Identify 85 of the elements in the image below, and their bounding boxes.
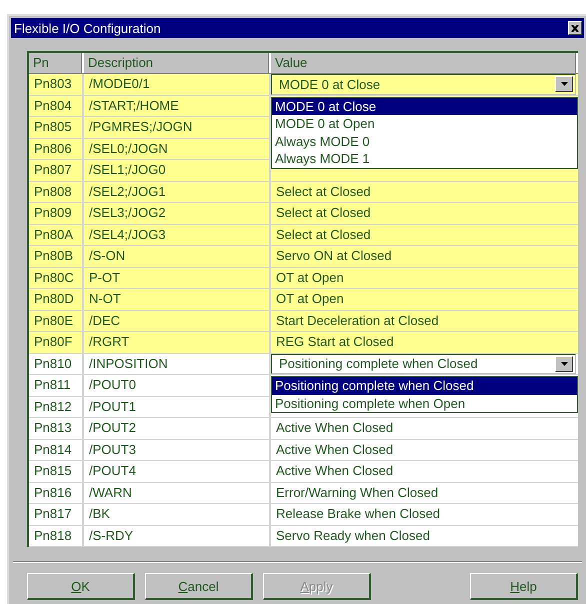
table-cell: Pn806 [34,140,72,156]
table-cell: /POUT3 [89,442,136,456]
table-cell: Active When Closed [276,442,394,456]
table-row[interactable]: Pn80B /S-ON Servo ON at Closed [29,246,578,268]
table-cell: OT at Open [276,270,344,284]
table-row[interactable]: Pn809 /SEL3;/JOG2 Select at Closed [29,203,578,224]
table-row[interactable]: Pn816 /WARN Error/Warning When Closed [29,482,578,504]
table-cell: Pn812 [34,398,72,414]
table-row[interactable]: Pn80E /DEC Start Deceleration at Closed [29,310,578,332]
table-cell: Pn811 [34,377,71,392]
table-cell: /RGRT [89,334,130,349]
table-cell: /BK [89,506,110,521]
table-cell: /DEC [89,312,120,328]
table-row[interactable]: Pn813 /POUT2 Active When Closed [29,418,578,440]
close-button[interactable] [568,21,582,35]
table-cell: Select at Closed [276,205,371,220]
table-cell: /SEL4;/JOG3 [89,226,166,242]
table-cell: Pn80B [34,248,74,263]
value-dropdown[interactable]: MODE 0 at Close [271,74,576,94]
table-cell: Pn80F [34,334,72,349]
dropdown-arrow-button[interactable] [555,76,573,92]
table-cell: Pn80A [34,226,74,242]
table-cell: /SEL2;/JOG1 [89,184,166,198]
table-row[interactable]: Pn808 /SEL2;/JOG1 Select at Closed [29,182,578,203]
table-cell: /SEL3;/JOG2 [89,205,166,220]
table-cell: Pn814 [34,442,72,456]
table-cell: /MODE0/1 [89,76,150,91]
table-cell: /INPOSITION [89,356,168,370]
table-cell: Pn817 [34,506,72,521]
table-cell: Pn80C [34,270,74,284]
table-row[interactable]: Pn80C P-OT OT at Open [29,268,578,289]
table-cell: Active When Closed [276,420,394,435]
table-cell: /START;/HOME [89,98,179,112]
table-cell: Release Brake when Closed [276,506,440,521]
table-cell: Pn815 [34,463,72,478]
table-row[interactable]: Pn817 /BK Release Brake when Closed [29,504,578,526]
table-cell: Pn808 [34,184,72,198]
table-cell: Pn813 [34,420,72,435]
table-cell: P-OT [89,270,120,284]
table-cell: Pn818 [34,528,72,542]
dropdown-option[interactable]: MODE 0 at Close [272,98,577,115]
table-cell: Pn80D [34,291,74,306]
table-cell: /POUT0 [89,377,136,392]
table-cell: Select at Closed [276,184,371,198]
table-cell: /POUT2 [89,420,136,435]
caret-icon [560,82,568,86]
table-cell: Servo Ready when Closed [276,528,430,542]
table-row[interactable]: Pn818 /S-RDY Servo Ready when Closed [29,526,578,547]
table-row[interactable]: Pn814 /POUT3 Active When Closed [29,440,578,461]
close-icon [571,24,579,32]
dialog-button[interactable]: Cancel [145,573,253,600]
table-row[interactable]: Pn80D N-OT OT at Open [29,289,578,310]
table-cell: Pn816 [34,484,72,500]
table-cell: /POUT1 [89,398,136,414]
table-cell: Active When Closed [276,463,394,478]
table-cell: Pn80E [34,312,74,328]
table-cell: /PGMRES;/JOGN [89,119,192,134]
table-cell: /POUT4 [89,463,136,478]
table-cell: N-OT [89,291,121,306]
table-cell: Servo ON at Closed [276,248,392,263]
dialog-button[interactable]: OK [27,573,135,600]
dialog-button[interactable]: Help [470,573,578,600]
table-cell: Error/Warning When Closed [276,484,438,500]
caret-icon [560,362,568,366]
table-cell: Pn804 [34,98,72,112]
value-dropdown[interactable]: Positioning complete when Closed [271,354,576,374]
table-cell: /SEL0;/JOGN [89,140,168,156]
table-cell: /S-ON [89,248,126,263]
dropdown-arrow-button[interactable] [555,356,573,372]
dropdown-option[interactable]: Positioning complete when Open [272,394,577,412]
table-cell: Pn810 [34,356,72,370]
table-row[interactable]: Pn80A /SEL4;/JOG3 Select at Closed [29,224,578,246]
table-cell: Pn805 [34,119,72,134]
table-cell: OT at Open [276,291,344,306]
dropdown-option[interactable]: Positioning complete when Closed [272,377,577,394]
table-cell: Pn809 [34,205,72,220]
table-cell: /S-RDY [89,528,134,542]
window-title: Flexible I/O Configuration [14,20,161,36]
table-row[interactable]: Pn80F /RGRT REG Start at Closed [29,332,578,354]
table-cell: REG Start at Closed [276,334,394,349]
table-row[interactable]: Pn815 /POUT4 Active When Closed [29,461,578,482]
table-cell: Select at Closed [276,226,371,242]
table-cell: Pn803 [34,76,72,91]
table-cell: Start Deceleration at Closed [276,312,439,328]
table-cell: /WARN [89,484,132,500]
